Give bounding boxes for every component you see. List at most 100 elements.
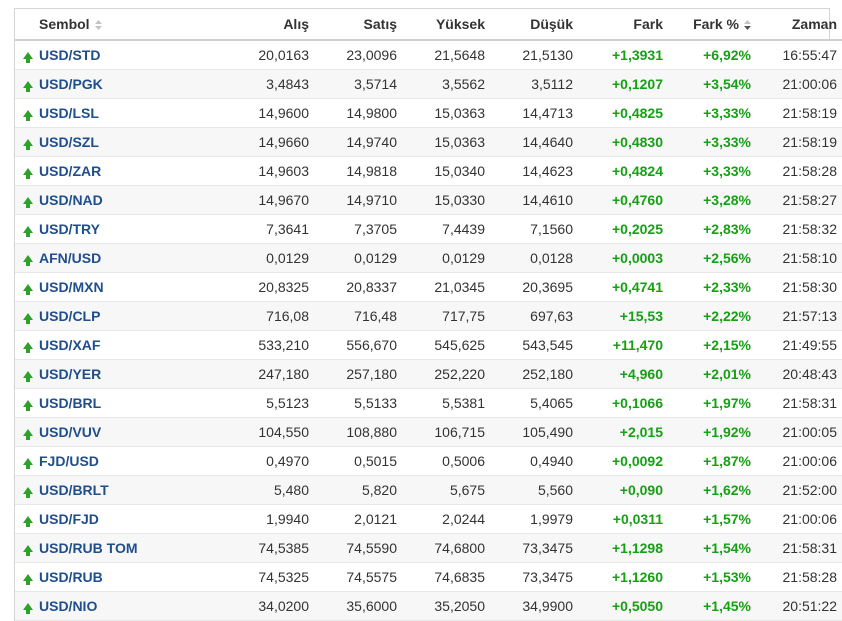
symbol-link[interactable]: USD/STD (39, 47, 100, 63)
table-row[interactable]: FJD/USD 0,4970 0,5015 0,5006 0,4940 +0,0092 +1… (15, 446, 842, 476)
symbol-link[interactable]: USD/BRLT (39, 482, 109, 498)
table-row[interactable]: USD/MXN 20,8325 20,8337 21,0345 20,3695 +0,47… (15, 272, 842, 302)
table-row[interactable]: USD/SZL 14,9660 14,9740 15,0363 14,4640 +0,48… (15, 127, 842, 157)
table-row[interactable]: AFN/USD 0,0129 0,0129 0,0129 0,0128 +0,0003 +2… (15, 243, 842, 273)
buy-cell: 34,0200 (209, 591, 317, 621)
table-row[interactable]: USD/CLP 716,08 716,48 717,75 697,63 +15,53 +2,… (15, 301, 842, 331)
column-header-time[interactable]: Zaman (759, 9, 842, 41)
symbol-link[interactable]: USD/NIO (39, 598, 97, 614)
table-row[interactable]: USD/YER 247,180 257,180 252,220 252,180 +4,96… (15, 359, 842, 389)
up-arrow-icon (23, 602, 33, 614)
symbol-link[interactable]: USD/ZAR (39, 163, 101, 179)
symbol-link[interactable]: USD/YER (39, 366, 101, 382)
change-cell: +1,3931 (581, 40, 671, 70)
table-row[interactable]: USD/FJD 1,9940 2,0121 2,0244 1,9979 +0,0311 +1… (15, 504, 842, 534)
change-pct-cell: +1,92% (671, 417, 759, 447)
high-cell: 15,0330 (405, 185, 493, 215)
table-row[interactable]: USD/STD 20,0163 23,0096 21,5648 21,5130 +1,39… (15, 40, 842, 70)
symbol-cell: USD/PGK (39, 69, 209, 99)
symbol-link[interactable]: USD/SZL (39, 134, 99, 150)
buy-cell: 5,5123 (209, 388, 317, 418)
sell-cell: 14,9740 (317, 127, 405, 157)
high-cell: 2,0244 (405, 504, 493, 534)
table-row[interactable]: USD/RUB TOM 74,5385 74,5590 74,6800 73,3475 +… (15, 533, 842, 563)
table-row[interactable]: USD/NIO 34,0200 35,6000 35,2050 34,9900 +0,50… (15, 591, 842, 621)
currency-table-container: Sembol Alış Satış Yüksek Düşük Fark Fark… (14, 8, 842, 621)
symbol-cell: USD/BRLT (39, 475, 209, 505)
low-cell: 14,4640 (493, 127, 581, 157)
column-header-sell[interactable]: Satış (317, 9, 405, 41)
change-pct-cell: +3,54% (671, 69, 759, 99)
sell-cell: 556,670 (317, 330, 405, 360)
column-header-change[interactable]: Fark (581, 9, 671, 41)
table-body: USD/STD 20,0163 23,0096 21,5648 21,5130 +1,39… (15, 40, 842, 621)
table-row[interactable]: USD/BRL 5,5123 5,5133 5,5381 5,4065 +0,1066 +1… (15, 388, 842, 418)
column-header-low[interactable]: Düşük (493, 9, 581, 41)
sell-cell: 3,5714 (317, 69, 405, 99)
symbol-link[interactable]: USD/RUB (39, 569, 103, 585)
table-row[interactable]: USD/NAD 14,9670 14,9710 15,0330 14,4610 +0,47… (15, 185, 842, 215)
trend-cell (15, 591, 39, 621)
up-arrow-icon (23, 399, 33, 411)
buy-cell: 3,4843 (209, 69, 317, 99)
symbol-cell: USD/LSL (39, 98, 209, 128)
column-header-buy[interactable]: Alış (209, 9, 317, 41)
low-cell: 14,4623 (493, 156, 581, 186)
low-cell: 0,4940 (493, 446, 581, 476)
table-row[interactable]: USD/VUV 104,550 108,880 106,715 105,490 +2,01… (15, 417, 842, 447)
change-cell: +0,4830 (581, 127, 671, 157)
up-arrow-icon (23, 341, 33, 353)
symbol-cell: USD/CLP (39, 301, 209, 331)
low-cell: 34,9900 (493, 591, 581, 621)
sell-cell: 7,3705 (317, 214, 405, 244)
symbol-cell: USD/FJD (39, 504, 209, 534)
high-cell: 15,0363 (405, 98, 493, 128)
symbol-link[interactable]: USD/BRL (39, 395, 101, 411)
time-cell: 16:55:47 (759, 40, 842, 70)
symbol-link[interactable]: USD/VUV (39, 424, 101, 440)
symbol-link[interactable]: USD/CLP (39, 308, 100, 324)
table-row[interactable]: USD/TRY 7,3641 7,3705 7,4439 7,1560 +0,2025 +2… (15, 214, 842, 244)
trend-cell (15, 475, 39, 505)
time-cell: 21:58:19 (759, 127, 842, 157)
trend-cell (15, 243, 39, 273)
up-arrow-icon (23, 312, 33, 324)
symbol-link[interactable]: USD/TRY (39, 221, 100, 237)
buy-cell: 5,480 (209, 475, 317, 505)
symbol-link[interactable]: USD/PGK (39, 76, 103, 92)
time-cell: 21:00:05 (759, 417, 842, 447)
sort-desc-icon[interactable] (744, 20, 751, 31)
change-cell: +0,090 (581, 475, 671, 505)
symbol-link[interactable]: USD/XAF (39, 337, 100, 353)
symbol-link[interactable]: USD/MXN (39, 279, 104, 295)
column-header-symbol[interactable]: Sembol (39, 9, 209, 41)
high-cell: 74,6835 (405, 562, 493, 592)
sort-both-icon[interactable] (94, 20, 102, 31)
symbol-link[interactable]: USD/RUB TOM (39, 540, 138, 556)
up-arrow-icon (23, 138, 33, 150)
symbol-link[interactable]: USD/LSL (39, 105, 99, 121)
table-row[interactable]: USD/PGK 3,4843 3,5714 3,5562 3,5112 +0,1207 +3… (15, 69, 842, 99)
trend-cell (15, 98, 39, 128)
change-pct-cell: +3,33% (671, 98, 759, 128)
change-cell: +1,1298 (581, 533, 671, 563)
symbol-link[interactable]: USD/FJD (39, 511, 99, 527)
time-cell: 21:00:06 (759, 504, 842, 534)
change-pct-cell: +1,54% (671, 533, 759, 563)
table-row[interactable]: USD/RUB 74,5325 74,5575 74,6835 73,3475 +1,12… (15, 562, 842, 592)
table-row[interactable]: USD/ZAR 14,9603 14,9818 15,0340 14,4623 +0,48… (15, 156, 842, 186)
up-arrow-icon (23, 573, 33, 585)
table-row[interactable]: USD/XAF 533,210 556,670 545,625 543,545 +11,4… (15, 330, 842, 360)
table-row[interactable]: USD/LSL 14,9600 14,9800 15,0363 14,4713 +0,48… (15, 98, 842, 128)
column-header-high[interactable]: Yüksek (405, 9, 493, 41)
column-header-change-pct[interactable]: Fark % (671, 9, 759, 41)
sell-cell: 5,820 (317, 475, 405, 505)
symbol-link[interactable]: FJD/USD (39, 453, 99, 469)
symbol-link[interactable]: AFN/USD (39, 250, 101, 266)
table-row[interactable]: USD/BRLT 5,480 5,820 5,675 5,560 +0,090 +1,62%… (15, 475, 842, 505)
change-pct-cell: +2,33% (671, 272, 759, 302)
buy-cell: 716,08 (209, 301, 317, 331)
symbol-link[interactable]: USD/NAD (39, 192, 103, 208)
change-cell: +2,015 (581, 417, 671, 447)
buy-cell: 74,5385 (209, 533, 317, 563)
